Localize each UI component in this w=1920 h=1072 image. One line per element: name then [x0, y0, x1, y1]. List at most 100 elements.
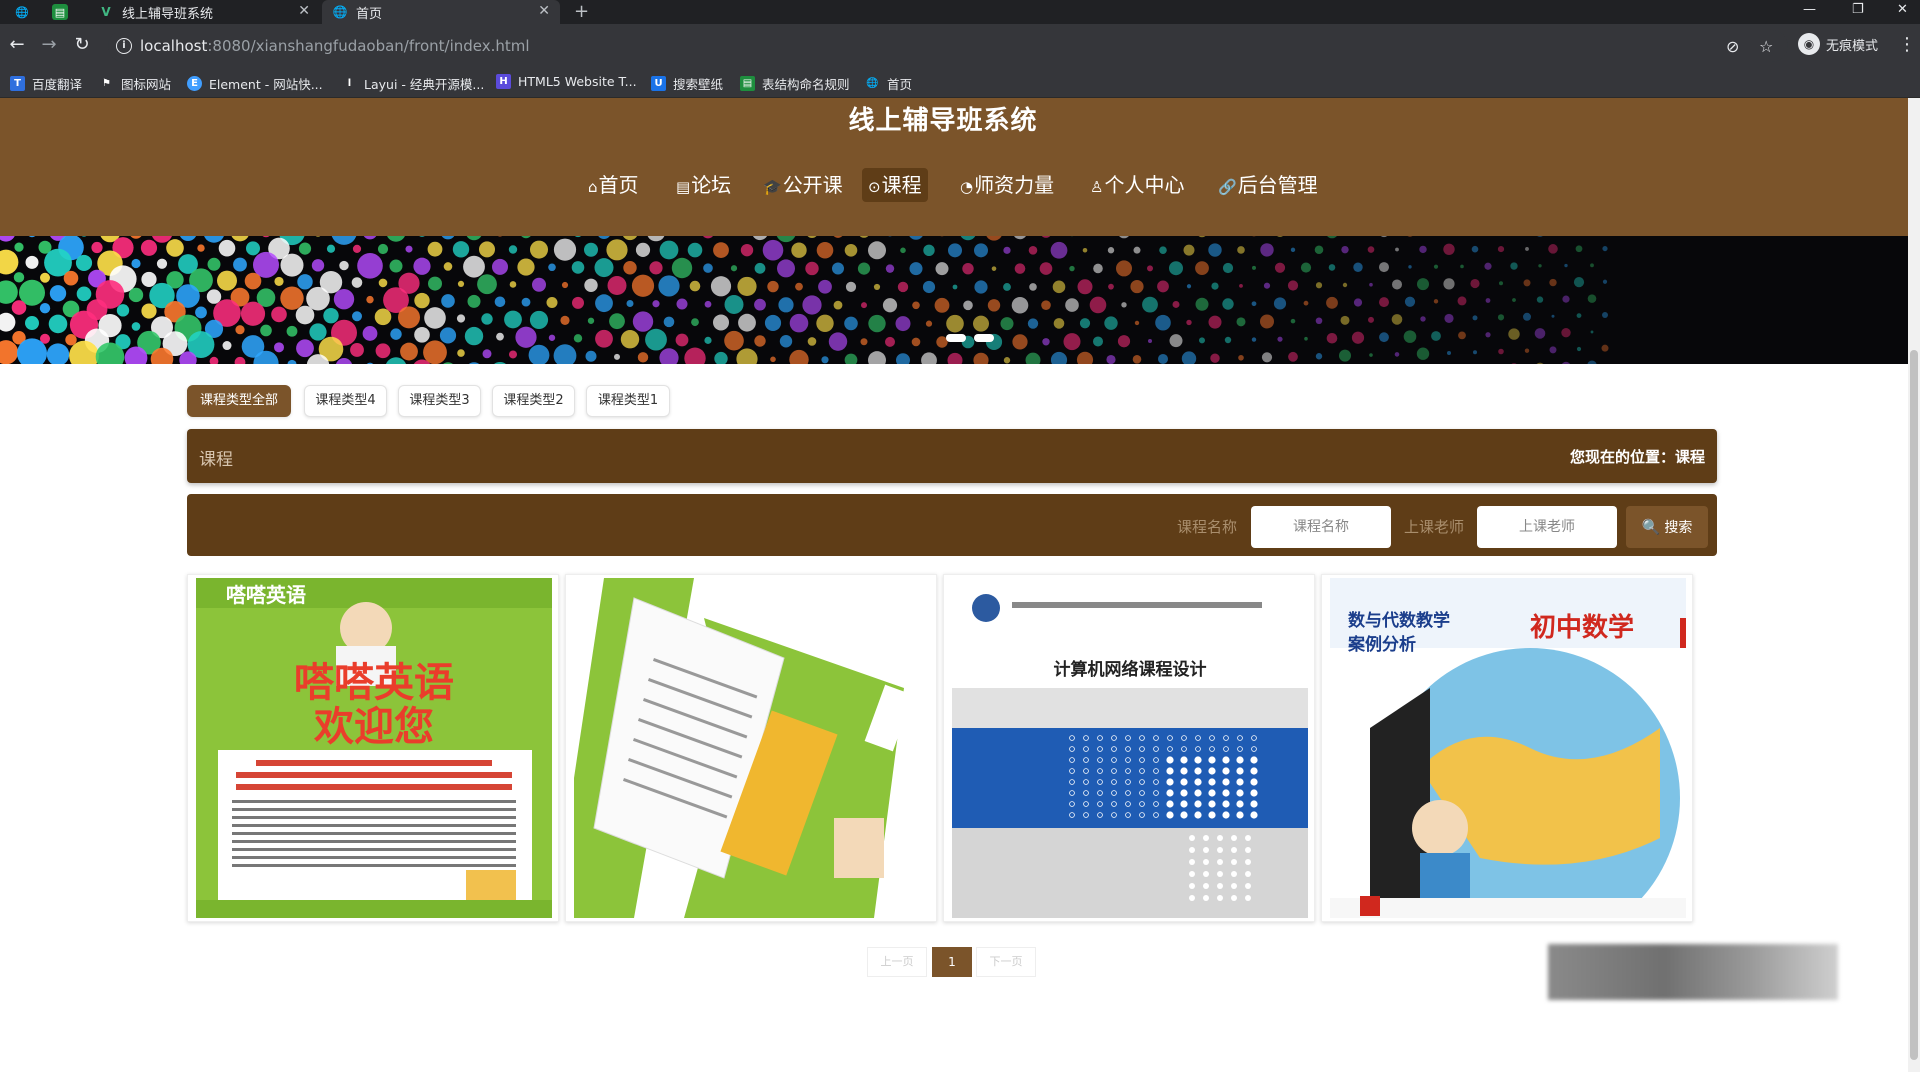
- browser-tab[interactable]: V 线上辅导班系统 ✕: [88, 0, 320, 24]
- category-tab[interactable]: 课程类型4: [304, 385, 387, 417]
- nav-item-home[interactable]: ⌂首页: [582, 168, 645, 202]
- close-window-icon[interactable]: ✕: [1897, 0, 1908, 24]
- minimize-icon[interactable]: —: [1803, 0, 1816, 24]
- nav-label: 论坛: [691, 173, 732, 197]
- category-tab[interactable]: 课程类型1: [586, 385, 670, 417]
- globe-icon: 🌐: [866, 78, 879, 89]
- bookmark-label: Layui - 经典开源模...: [364, 77, 485, 92]
- category-tab-all[interactable]: 课程类型全部: [187, 385, 291, 417]
- scrollbar-thumb[interactable]: [1910, 350, 1918, 1060]
- search-button-label: 搜索: [1664, 520, 1693, 536]
- nav-label: 公开课: [782, 173, 843, 197]
- back-icon[interactable]: ←: [6, 34, 28, 55]
- nav-item-forum[interactable]: ▤论坛: [670, 168, 737, 202]
- site-info-icon[interactable]: i: [116, 38, 132, 54]
- chrome-globe-icon[interactable]: 🌐: [14, 4, 30, 20]
- browser-tab-bar: 🌐 ▤ V 线上辅导班系统 ✕ 🌐 首页 ✕ + — ❐ ✕: [0, 0, 1920, 24]
- html5-icon: H: [496, 74, 511, 89]
- book-title: 初中数学: [1530, 612, 1634, 643]
- url-host: localhost: [140, 37, 208, 55]
- vue-icon: V: [101, 5, 111, 19]
- course-card[interactable]: 计算机网络课程设计: [943, 574, 1315, 922]
- site-title: 线上辅导班系统: [848, 106, 1038, 136]
- bookmark-label: 图标网站: [121, 77, 172, 92]
- url-path: :8080/xianshangfudaoban/front/index.html: [207, 37, 530, 55]
- carousel-dot[interactable]: [946, 334, 966, 342]
- brand-logo: 嗒嗒英语: [226, 583, 306, 607]
- bookmark-item[interactable]: ⚑ 图标网站: [99, 74, 171, 93]
- browser-menu-icon[interactable]: ⋮: [1898, 34, 1916, 55]
- new-tab-icon[interactable]: +: [574, 1, 589, 22]
- site-header: 线上辅导班系统 ⌂首页 ▤论坛 🎓公开课 ⊙课程 ◔师资力量 ♙个人中心 🔗后台…: [0, 98, 1908, 236]
- category-tab[interactable]: 课程类型3: [398, 385, 481, 417]
- course-card[interactable]: 数与代数教学 案例分析 初中数学: [1321, 574, 1693, 922]
- nav-item-admin[interactable]: 🔗后台管理: [1212, 168, 1324, 202]
- home-icon: ⌂: [588, 178, 598, 196]
- app-icon[interactable]: ▤: [52, 4, 68, 20]
- search-bar: 课程名称 上课老师 🔍搜索: [187, 494, 1717, 556]
- cover-tagline: 嗒嗒英语: [294, 660, 454, 706]
- layui-icon: l: [347, 78, 352, 89]
- page-scrollbar[interactable]: [1908, 98, 1920, 1072]
- incognito-icon: ◉: [1798, 33, 1820, 55]
- course-name-input[interactable]: [1251, 506, 1391, 548]
- course-cover-image: 嗒嗒英语 嗒嗒英语 欢迎您: [196, 578, 552, 918]
- graduation-cap-icon: 🎓: [763, 178, 782, 196]
- nav-label: 师资力量: [974, 173, 1055, 197]
- nav-label: 课程: [881, 173, 922, 197]
- bookmark-item[interactable]: l Layui - 经典开源模...: [342, 74, 485, 93]
- bookmark-star-icon[interactable]: ☆: [1759, 37, 1773, 56]
- prev-page-button[interactable]: 上一页: [867, 947, 927, 977]
- bookmark-item[interactable]: U 搜索壁纸: [651, 74, 723, 93]
- tab-title: 线上辅导班系统: [122, 6, 214, 22]
- nav-item-open-course[interactable]: 🎓公开课: [757, 168, 849, 202]
- current-page[interactable]: 1: [932, 947, 972, 977]
- book-subtitle: 数与代数教学: [1348, 610, 1450, 631]
- globe-icon: 🌐: [332, 5, 348, 19]
- carousel-dot[interactable]: [974, 334, 994, 342]
- search-button[interactable]: 🔍 搜索: [1626, 506, 1708, 548]
- teacher-input[interactable]: [1477, 506, 1617, 548]
- course-cover-image: 数与代数教学 案例分析 初中数学: [1330, 578, 1686, 918]
- course-cover-image: [574, 578, 930, 918]
- book-subtitle-2: 案例分析: [1347, 634, 1416, 655]
- teacher-icon: ◔: [960, 178, 974, 196]
- close-tab-icon[interactable]: ✕: [538, 3, 550, 19]
- nav-item-course[interactable]: ⊙课程: [862, 168, 928, 202]
- reload-icon[interactable]: ↻: [71, 34, 93, 55]
- banner-image: [0, 236, 1609, 364]
- location-prefix: 您现在的位置：: [1569, 448, 1675, 466]
- bookmark-label: HTML5 Website T...: [518, 74, 637, 89]
- tab-title: 首页: [356, 6, 383, 22]
- bookmark-item[interactable]: E Element - 网站快...: [187, 74, 323, 93]
- restore-icon[interactable]: ❐: [1852, 0, 1864, 24]
- course-name-label: 课程名称: [1177, 518, 1238, 536]
- bookmark-item[interactable]: H HTML5 Website T...: [496, 74, 637, 89]
- bookmarks-bar: T 百度翻译 ⚑ 图标网站 E Element - 网站快... l Layui - 经…: [0, 68, 1920, 98]
- bookmark-label: 表结构命名规则: [762, 77, 850, 92]
- banner-carousel[interactable]: [0, 236, 1908, 364]
- eye-slash-icon[interactable]: ⊘: [1726, 37, 1739, 56]
- bookmark-item[interactable]: T 百度翻译: [10, 74, 82, 93]
- course-icon: ⊙: [868, 178, 881, 196]
- category-tab[interactable]: 课程类型2: [492, 385, 575, 417]
- nav-label: 首页: [598, 173, 639, 197]
- forward-icon[interactable]: →: [38, 34, 60, 55]
- bookmark-item[interactable]: 🌐 首页: [865, 74, 912, 93]
- teacher-label: 上课老师: [1404, 518, 1465, 536]
- location-current[interactable]: 课程: [1675, 448, 1705, 466]
- next-page-button[interactable]: 下一页: [976, 947, 1036, 977]
- browser-tab-active[interactable]: 🌐 首页 ✕: [322, 0, 560, 24]
- course-card[interactable]: 嗒嗒英语 嗒嗒英语 欢迎您: [187, 574, 559, 922]
- incognito-indicator[interactable]: ◉ 无痕模式: [1798, 33, 1878, 55]
- close-tab-icon[interactable]: ✕: [298, 3, 310, 19]
- bookmark-label: 搜索壁纸: [673, 77, 724, 92]
- breadcrumb: 课程 您现在的位置：课程: [187, 429, 1717, 483]
- section-title: 课程: [199, 450, 233, 470]
- nav-item-teachers[interactable]: ◔师资力量: [954, 168, 1060, 202]
- bookmark-item[interactable]: ▤ 表结构命名规则: [740, 74, 850, 93]
- url-field[interactable]: localhost:8080/xianshangfudaoban/front/i…: [140, 37, 530, 55]
- course-card[interactable]: [565, 574, 937, 922]
- nav-item-profile[interactable]: ♙个人中心: [1084, 168, 1190, 202]
- current-location: 您现在的位置：课程: [1570, 446, 1705, 467]
